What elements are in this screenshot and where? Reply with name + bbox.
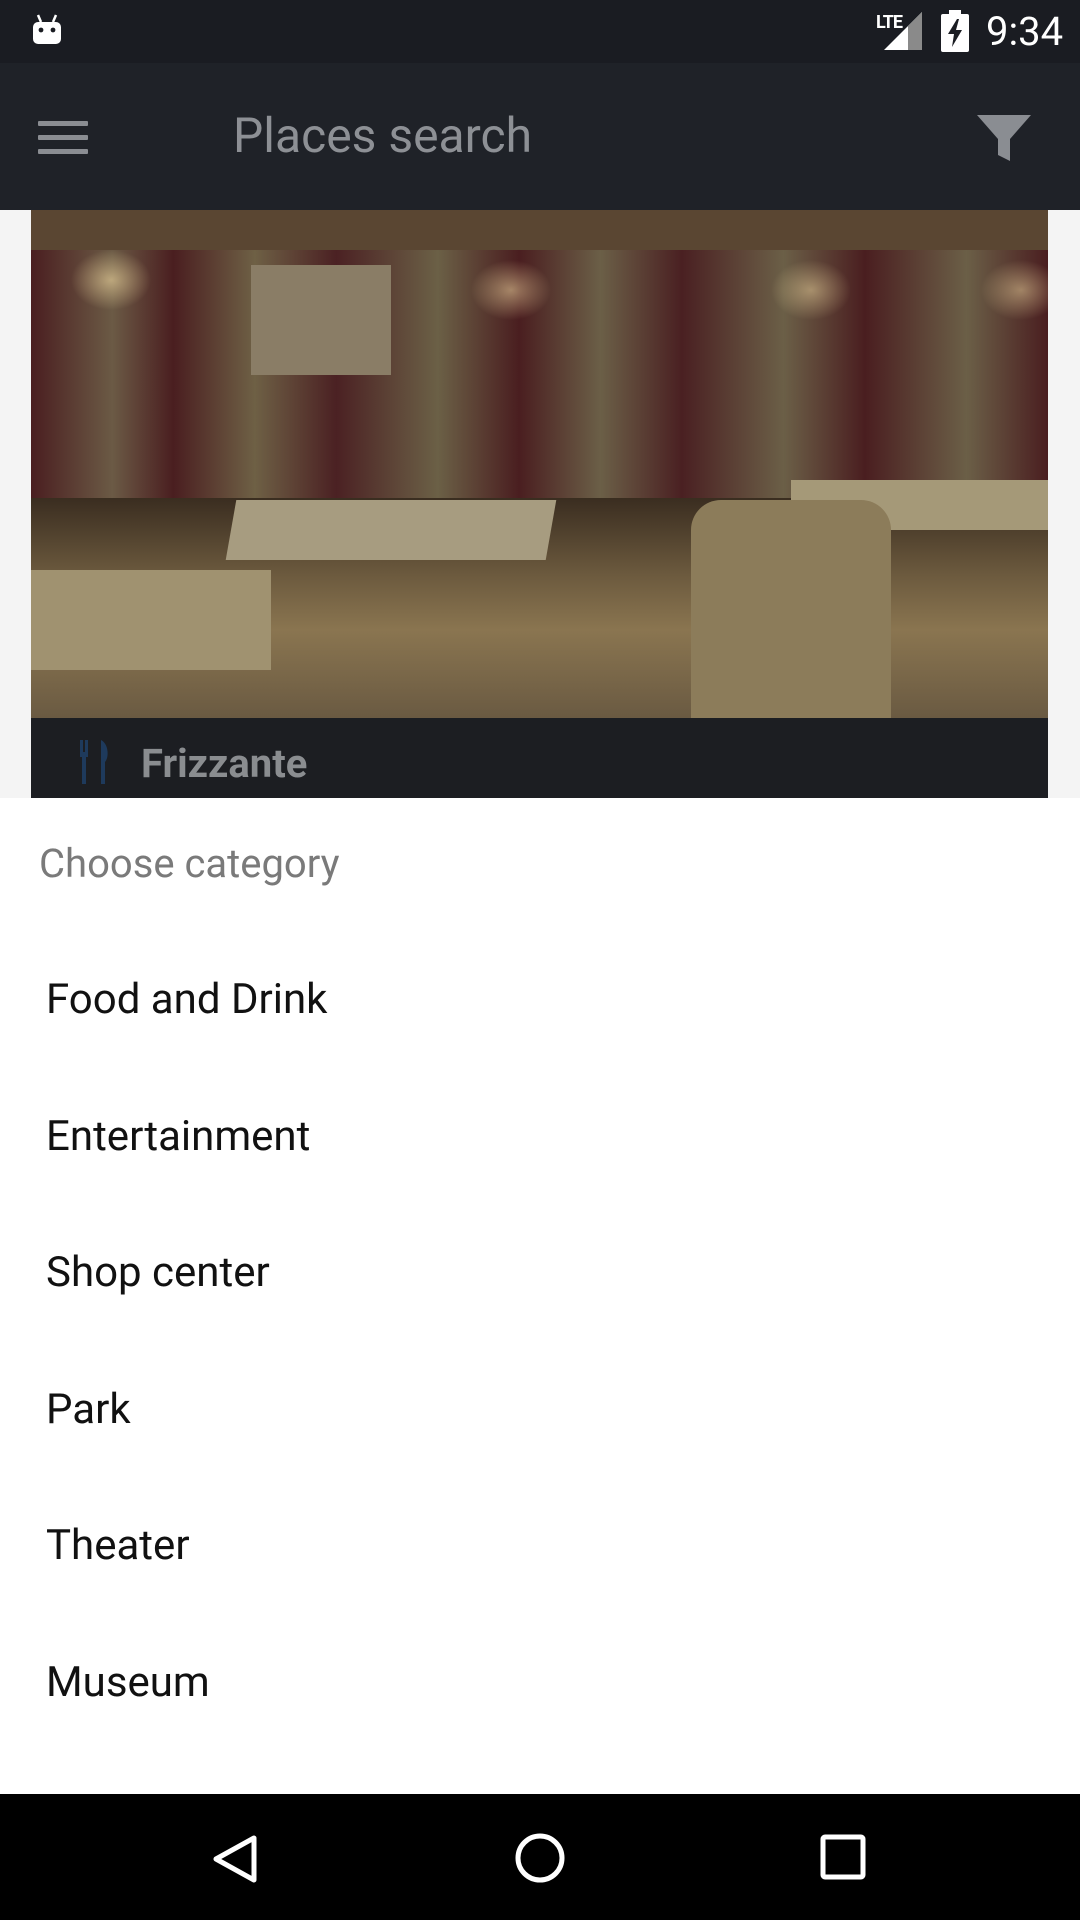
- android-icon: [33, 14, 61, 44]
- signal-icon: [884, 12, 922, 50]
- home-icon[interactable]: [514, 1832, 566, 1884]
- battery-charging-icon: [941, 10, 969, 52]
- category-item-shop-center[interactable]: Shop center: [0, 1205, 1080, 1342]
- category-item-theater[interactable]: Theater: [0, 1478, 1080, 1615]
- screen: LTE 9:34 Places search Frizzante Choose …: [0, 0, 1080, 1920]
- place-image[interactable]: [31, 210, 1048, 718]
- page-title: Places search: [233, 107, 533, 164]
- category-item-park[interactable]: Park: [0, 1342, 1080, 1479]
- category-item-museum[interactable]: Museum: [0, 1615, 1080, 1752]
- back-icon[interactable]: [212, 1834, 258, 1884]
- recent-apps-icon[interactable]: [820, 1834, 866, 1880]
- category-sheet: Choose category Food and Drink Entertain…: [0, 798, 1080, 1794]
- menu-icon[interactable]: [38, 121, 88, 155]
- category-item-entertainment[interactable]: Entertainment: [0, 1069, 1080, 1206]
- toolbar: Places search: [0, 63, 1080, 210]
- cutlery-icon: [80, 740, 108, 784]
- status-bar: LTE 9:34: [0, 0, 1080, 63]
- place-card-footer[interactable]: Frizzante: [31, 718, 1048, 798]
- sheet-title: Choose category: [39, 840, 340, 887]
- clock: 9:34: [986, 8, 1064, 55]
- filter-icon[interactable]: [977, 115, 1031, 163]
- navigation-bar: [0, 1794, 1080, 1920]
- category-list: Food and Drink Entertainment Shop center…: [0, 932, 1080, 1751]
- category-item-food-and-drink[interactable]: Food and Drink: [0, 932, 1080, 1069]
- place-name: Frizzante: [141, 740, 308, 787]
